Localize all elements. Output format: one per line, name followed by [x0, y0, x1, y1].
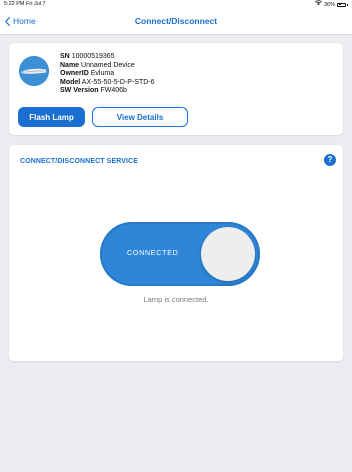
device-info-label: SW Version [60, 87, 99, 95]
status-bar: 5:22 PM Fri Jul 7 36% [0, 0, 352, 8]
connect-toggle[interactable]: CONNECTED [100, 222, 260, 286]
flash-lamp-button[interactable]: Flash Lamp [18, 107, 85, 127]
service-title: CONNECT/DISCONNECT SERVICE [20, 158, 138, 165]
status-time: 5:22 PM Fri Jul 7 [4, 1, 46, 7]
device-actions: Flash Lamp View Details [18, 107, 188, 127]
device-info-value: Unnamed Device [81, 61, 135, 69]
device-info-row: SW Version FW406b [60, 87, 155, 96]
device-info-row: SN 10000519365 [60, 53, 155, 62]
device-info-label: SN [60, 53, 70, 60]
navigation-bar: Home Connect/Disconnect [0, 8, 352, 35]
connect-service-card: CONNECT/DISCONNECT SERVICE ? CONNECTED L… [9, 145, 343, 361]
device-info-value: AX-55-50-5-D-P-STD-6 [81, 78, 155, 86]
help-button[interactable]: ? [324, 154, 336, 166]
device-info-label: Model [60, 78, 81, 86]
lamp-device-icon [19, 56, 49, 86]
device-info-label: OwnerID [60, 70, 89, 78]
device-info-list: SN 10000519365 Name Unnamed Device OwnerID… [60, 53, 155, 96]
toggle-knob[interactable] [201, 227, 255, 281]
device-info-row: Name Unnamed Device [60, 62, 155, 71]
battery-fill [338, 4, 342, 5]
view-details-button[interactable]: View Details [92, 107, 188, 127]
device-info-value: 10000519365 [71, 53, 115, 60]
device-info-value: Evluma [90, 70, 115, 78]
connection-status-text: Lamp is connected. [143, 295, 209, 304]
toggle-label: CONNECTED [127, 250, 179, 257]
device-info-card: SN 10000519365 Name Unnamed Device OwnerID… [9, 43, 343, 135]
device-info-row: OwnerID Evluma [60, 70, 155, 79]
page-title: Connect/Disconnect [134, 16, 218, 26]
device-info-row: Model AX-55-50-5-D-P-STD-6 [60, 79, 155, 88]
battery-tip [347, 3, 348, 6]
device-info-label: Name [60, 61, 80, 69]
battery-icon [337, 2, 346, 7]
device-info-value: FW406b [100, 87, 127, 95]
